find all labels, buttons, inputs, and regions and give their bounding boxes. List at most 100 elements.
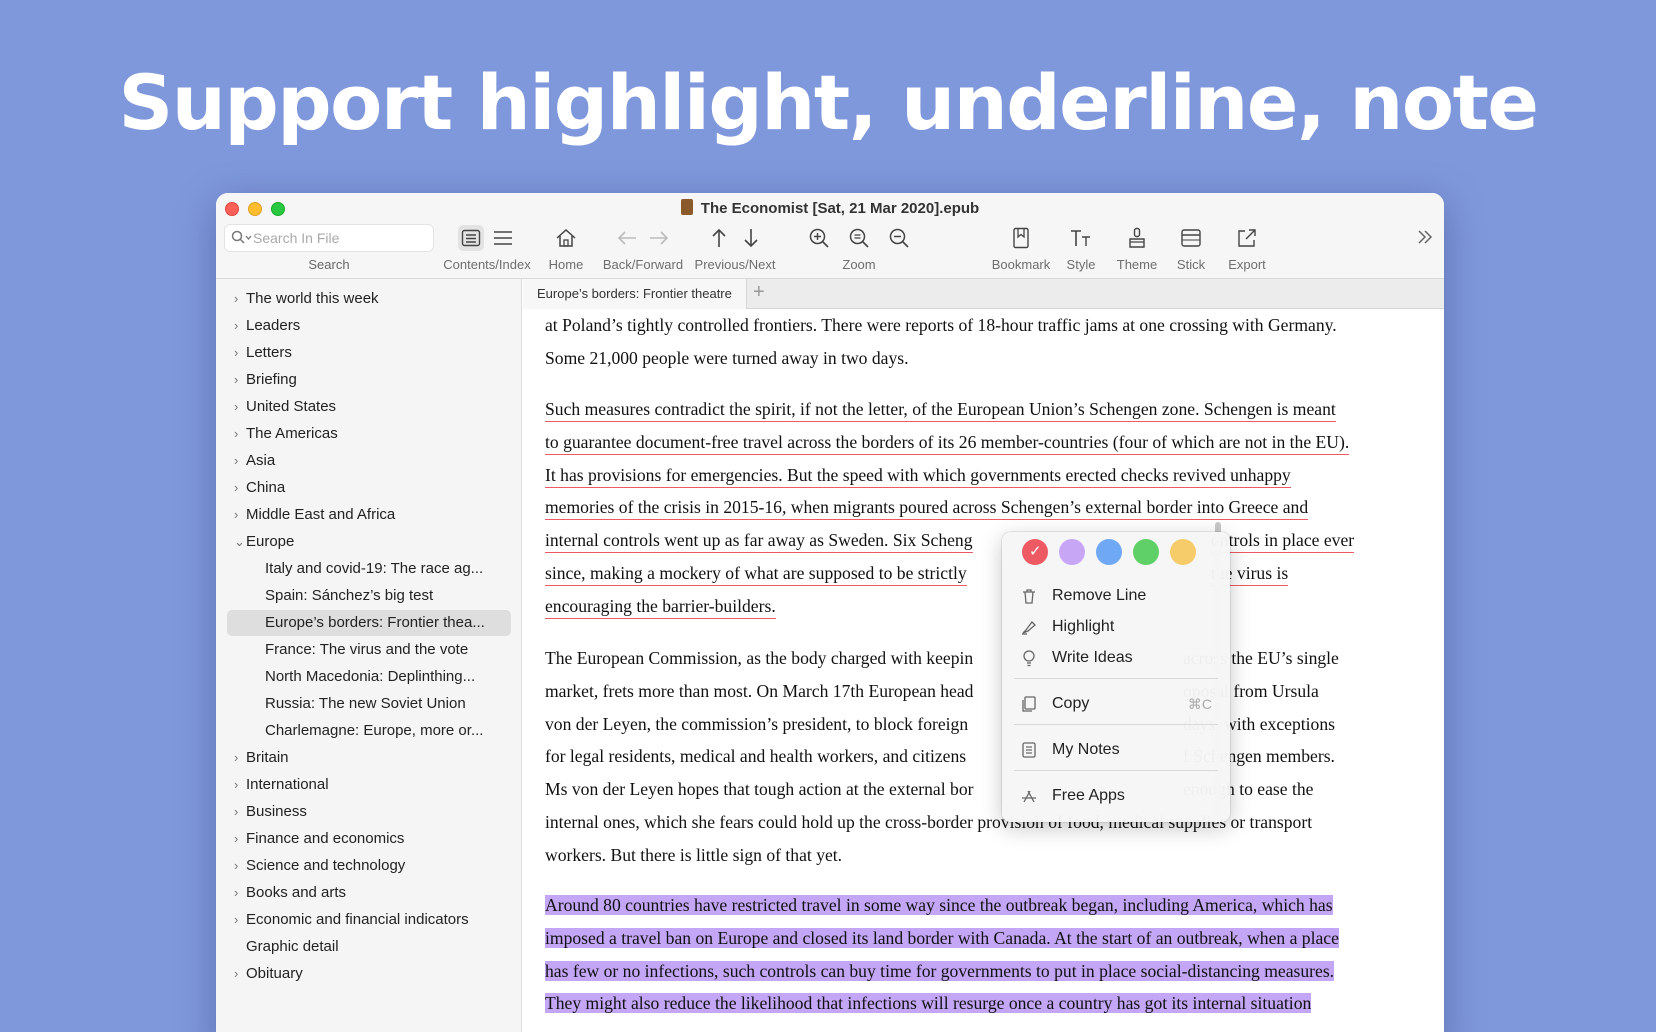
text-line: workers. But there is little sign of tha… [545,844,843,865]
toc-item-international[interactable]: › International [216,772,522,798]
zoom-control: Zoom [794,223,924,275]
toc-item-europe[interactable]: ⌄ Europe [216,529,522,555]
chevron-right-icon: › [234,426,239,441]
toc-subitem-spain[interactable]: Spain: Sánchez’s big test [216,583,522,609]
toc-item-middle-east-and-africa[interactable]: › Middle East and Africa [216,502,522,528]
chevron-right-icon: › [234,291,239,306]
toc-item-graphic-detail[interactable]: Graphic detail [216,934,522,960]
chevron-right-icon: › [234,507,239,522]
chevron-right-icon: › [234,453,239,468]
toc-subitem-russia[interactable]: Russia: The new Soviet Union [216,691,522,717]
contents-index-label: Contents/Index [443,257,531,272]
toc-item-china[interactable]: › China [216,475,522,501]
toc-item-business[interactable]: › Business [216,799,522,825]
home-icon [553,225,579,251]
copy-menu-item[interactable]: Copy ⌘C [1002,689,1230,719]
menu-separator [1014,724,1218,725]
highlighted-text: imposed a travel ban on Europe and close… [545,927,1339,948]
back-forward-label: Back/Forward [602,257,684,272]
text-style-icon [1068,225,1094,251]
window-title-text: The Economist [Sat, 21 Mar 2020].epub [700,200,980,217]
toc-subitem-france[interactable]: France: The virus and the vote [216,637,522,663]
toc-subitem-charlemagne[interactable]: Charlemagne: Europe, more or... [216,718,522,744]
annotation-context-menu: Remove Line Highlight Write Ideas Copy ⌘… [1002,532,1230,822]
paragraph-4-highlighted[interactable]: Around 80 countries have restricted trav… [545,889,1405,1020]
theme-label: Theme [1116,257,1158,272]
reader-window: The Economist [Sat, 21 Mar 2020].epub Se… [216,193,1444,1032]
style-button[interactable]: Style [1056,223,1106,275]
toc-subitem-italy[interactable]: Italy and covid-19: The race ag... [216,556,522,582]
copy-shortcut: ⌘C [1187,696,1212,712]
chevron-right-icon: › [234,399,239,414]
free-apps-menu-item[interactable]: Free Apps [1002,781,1230,811]
toolbar-overflow-chevron-icon[interactable] [1416,229,1434,250]
my-notes-menu-item[interactable]: My Notes [1002,735,1230,765]
write-ideas-menu-item[interactable]: Write Ideas [1002,643,1230,673]
toc-item-letters[interactable]: › Letters [216,340,522,366]
reading-pane: at Poland’s tightly controlled frontiers… [523,309,1444,1032]
back-forward-control: Back/Forward [598,223,688,275]
toc-item-asia[interactable]: › Asia [216,448,522,474]
zoom-in-icon[interactable] [806,225,832,251]
home-button[interactable]: Home [538,223,594,275]
color-swatch-purple[interactable] [1059,539,1085,565]
toc-item-finance-and-economics[interactable]: › Finance and economics [216,826,522,852]
chevron-right-icon: › [234,831,239,846]
toc-subitem-europes-borders[interactable]: Europe’s borders: Frontier thea... [227,610,511,636]
toc-item-united-states[interactable]: › United States [216,394,522,420]
contents-icon[interactable] [458,225,484,251]
export-button[interactable]: Export [1218,223,1276,275]
next-arrow-icon[interactable] [738,225,764,251]
highlighted-text: They might also reduce the likelihood th… [545,993,1312,1014]
book-icon [680,199,693,215]
paragraph-1: at Poland’s tightly controlled frontiers… [545,309,1405,375]
forward-arrow-icon[interactable] [646,225,672,251]
index-list-icon[interactable] [490,225,516,251]
home-label: Home [548,257,584,272]
toc-item-the-world-this-week[interactable]: › The world this week [216,286,522,312]
remove-line-menu-item[interactable]: Remove Line [1002,581,1230,611]
export-label: Export [1228,257,1266,272]
copy-icon [1022,696,1036,712]
notes-icon [1022,742,1036,758]
stick-window-icon [1178,225,1204,251]
tab-europes-borders[interactable]: Europe’s borders: Frontier theatre [523,279,747,309]
color-swatch-blue[interactable] [1096,539,1122,565]
trash-icon [1023,589,1035,604]
toc-subitem-north-macedonia[interactable]: North Macedonia: Deplinthing... [216,664,522,690]
zoom-out-icon[interactable] [886,225,912,251]
add-tab-button[interactable]: + [753,281,765,304]
window-title: The Economist [Sat, 21 Mar 2020].epub [216,199,1444,217]
color-swatch-green[interactable] [1133,539,1159,565]
toc-item-economic-and-financial-indicators[interactable]: › Economic and financial indicators [216,907,522,933]
underlined-text: memories of the crisis in 2015-16, when … [545,497,1309,521]
toc-item-obituary[interactable]: › Obituary [216,961,522,987]
actual-size-icon[interactable] [846,225,872,251]
text-line: Some 21,000 people were turned away in t… [545,347,909,368]
theme-button[interactable]: Theme [1108,223,1166,275]
bookmark-button[interactable]: Bookmark [986,223,1056,275]
toc-item-briefing[interactable]: › Briefing [216,367,522,393]
tab-bar: Europe’s borders: Frontier theatre + [523,279,1444,309]
underlined-text: encouraging the barrier-builders. [545,595,776,619]
zoom-label: Zoom [842,257,876,272]
style-label: Style [1066,257,1096,272]
color-swatch-red[interactable] [1022,539,1048,565]
search-icon [231,230,252,244]
toc-item-books-and-arts[interactable]: › Books and arts [216,880,522,906]
search-input[interactable] [253,229,428,247]
previous-arrow-icon[interactable] [706,225,732,251]
toc-item-the-americas[interactable]: › The Americas [216,421,522,447]
underlined-text: Such measures contradict the spirit, if … [545,399,1336,422]
search-field[interactable] [224,224,434,252]
toc-item-science-and-technology[interactable]: › Science and technology [216,853,522,879]
color-swatch-yellow[interactable] [1170,539,1196,565]
stick-button[interactable]: Stick [1166,223,1216,275]
lightbulb-icon [1023,650,1035,667]
toc-item-leaders[interactable]: › Leaders [216,313,522,339]
back-arrow-icon[interactable] [614,225,640,251]
highlighted-text: Around 80 countries have restricted trav… [545,895,1333,915]
toc-item-britain[interactable]: › Britain [216,745,522,771]
contents-index-control: Contents/Index [438,223,536,275]
highlight-menu-item[interactable]: Highlight [1002,612,1230,642]
